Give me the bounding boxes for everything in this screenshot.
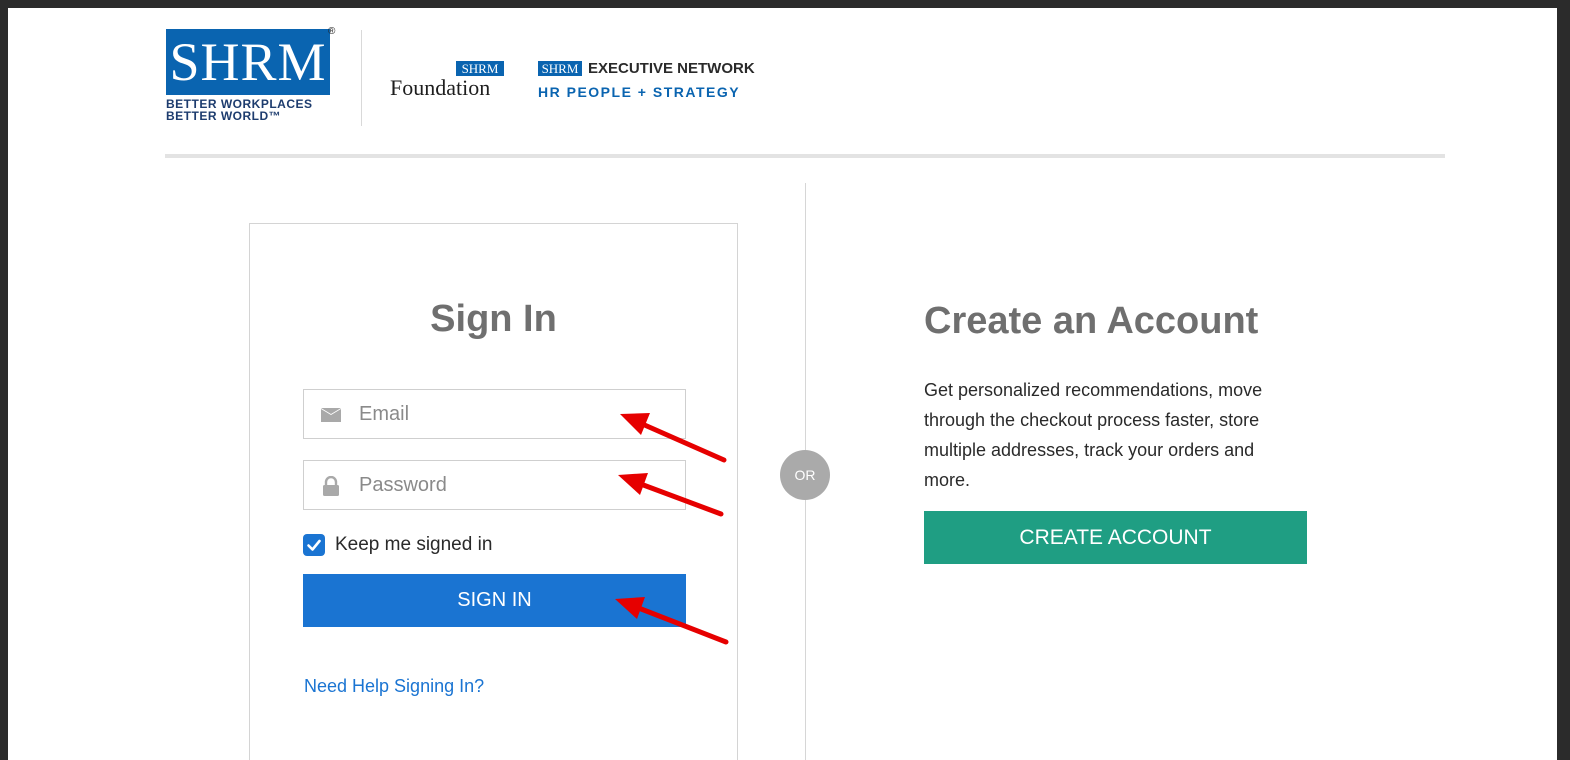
foundation-badge: SHRM	[456, 61, 504, 76]
create-account-title: Create an Account	[924, 300, 1259, 342]
email-input[interactable]	[359, 398, 659, 430]
hr-people-strategy-logo[interactable]: HR PEOPLE + STRATEGY	[538, 84, 740, 100]
sign-in-button[interactable]: SIGN IN	[303, 574, 686, 627]
keep-signed-in[interactable]: Keep me signed in	[303, 533, 492, 557]
envelope-icon	[321, 408, 341, 422]
tagline-line-2: BETTER WORLD™	[166, 109, 282, 123]
page: SHRM ® BETTER WORKPLACES BETTER WORLD™ S…	[8, 8, 1557, 760]
hrps-suffix: STRATEGY	[652, 84, 741, 100]
shrm-logo[interactable]: SHRM	[166, 29, 330, 95]
hrps-plus: +	[637, 84, 648, 100]
keep-signed-in-label[interactable]: Keep me signed in	[335, 534, 492, 556]
executive-network-badge: SHRM	[538, 61, 582, 76]
header-separator	[361, 30, 362, 126]
or-badge: OR	[780, 450, 830, 500]
registered-mark: ®	[328, 26, 336, 37]
need-help-link[interactable]: Need Help Signing In?	[304, 676, 484, 697]
password-field[interactable]	[303, 460, 686, 510]
create-account-button[interactable]: CREATE ACCOUNT	[924, 511, 1307, 564]
header-rule	[165, 154, 1445, 158]
executive-network-logo-text[interactable]: EXECUTIVE NETWORK	[588, 60, 755, 77]
create-account-description: Get personalized recommendations, move t…	[924, 380, 1263, 490]
signin-title: Sign In	[430, 298, 557, 340]
checkmark-icon	[307, 539, 321, 551]
hrps-prefix: HR PEOPLE	[538, 84, 633, 100]
lock-icon	[323, 476, 339, 496]
password-input[interactable]	[359, 469, 659, 501]
keep-signed-in-checkbox[interactable]	[303, 534, 325, 556]
email-field[interactable]	[303, 389, 686, 439]
logo-tagline: BETTER WORKPLACES BETTER WORLD™	[166, 98, 313, 122]
foundation-logo-text[interactable]: Foundation	[390, 76, 490, 100]
